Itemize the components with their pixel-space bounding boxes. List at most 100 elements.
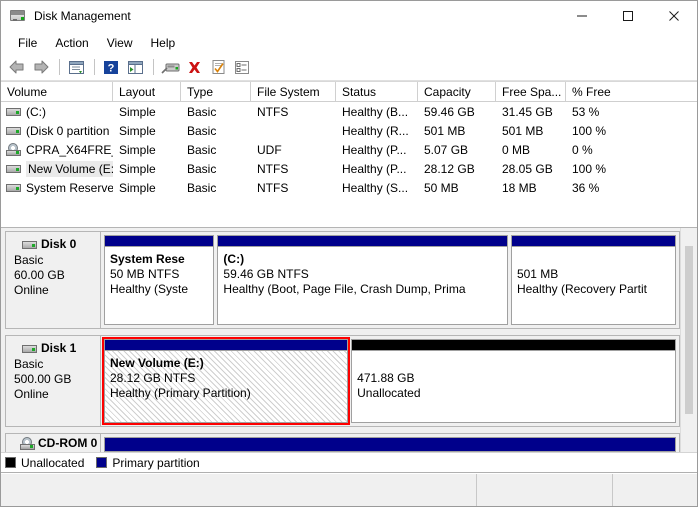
cell-free-space: 28.05 GB: [502, 161, 553, 176]
legend-label: Unallocated: [21, 455, 85, 470]
graphical-view-scrollbar[interactable]: [680, 228, 697, 452]
partition-system-reserved[interactable]: System Rese 50 MB NTFS Healthy (Syste: [104, 235, 215, 325]
delete-icon[interactable]: [183, 56, 205, 78]
cell-capacity: 59.46 GB: [424, 104, 475, 119]
cell-capacity: 50 MB: [424, 180, 459, 195]
partition-new-volume-e[interactable]: New Volume (E:) 28.12 GB NTFS Healthy (P…: [101, 337, 351, 425]
partition-title: [357, 356, 675, 371]
disk-row-disk-1[interactable]: Disk 1 Basic 500.00 GB Online New Volume…: [5, 335, 680, 427]
disk-state: Online: [14, 283, 49, 297]
cell-status: Healthy (P...: [342, 161, 407, 176]
cell-percent-free: 0 %: [572, 142, 593, 157]
menu-item-view[interactable]: View: [98, 34, 142, 52]
partition-size: 471.88 GB: [357, 371, 415, 385]
volume-label: New Volume (E:): [26, 160, 113, 177]
minimize-icon[interactable]: [559, 1, 605, 31]
maximize-icon[interactable]: [605, 1, 651, 31]
cell-percent-free: 36 %: [572, 180, 600, 195]
back-arrow-icon[interactable]: [6, 56, 28, 78]
close-icon[interactable]: [651, 1, 697, 31]
menu-item-action[interactable]: Action: [46, 34, 97, 52]
cell-layout: Simple: [119, 142, 156, 157]
properties-icon[interactable]: [207, 56, 229, 78]
table-row[interactable]: (Disk 0 partition 3) Simple Basic Health…: [1, 121, 697, 140]
cell-volume: (Disk 0 partition 3): [1, 124, 113, 138]
cell-status: Healthy (R...: [342, 123, 409, 138]
column-header-free-space[interactable]: Free Spa...: [496, 82, 566, 101]
show-action-pane-icon[interactable]: [124, 56, 146, 78]
disk-row-disk-0[interactable]: Disk 0 Basic 60.00 GB Online System Rese…: [5, 231, 680, 329]
partition-c-drive[interactable]: (C:) 59.46 GB NTFS Healthy (Boot, Page F…: [217, 235, 508, 325]
partition-title: [517, 252, 675, 267]
table-row[interactable]: (C:) Simple Basic NTFS Healthy (B... 59.…: [1, 102, 697, 121]
column-header-volume[interactable]: Volume: [1, 82, 113, 101]
cell-status: Healthy (P...: [342, 142, 407, 157]
scrollbar-thumb[interactable]: [685, 246, 693, 414]
drive-icon: [6, 106, 21, 117]
partition-status: Healthy (Primary Partition): [110, 386, 251, 400]
partition-size: 501 MB: [516, 267, 559, 281]
toolbar-separator-1: [59, 59, 60, 75]
unallocated-swatch-icon: [5, 457, 16, 468]
volume-label: (C:): [26, 104, 46, 119]
disk-type: Basic: [14, 357, 44, 371]
column-header-status[interactable]: Status: [336, 82, 418, 101]
forward-arrow-icon[interactable]: [30, 56, 52, 78]
cell-free-space: 0 MB: [502, 142, 531, 157]
partition-recovery[interactable]: 501 MB Healthy (Recovery Partit: [510, 235, 676, 325]
cell-type: Basic: [187, 161, 217, 176]
column-header-layout[interactable]: Layout: [113, 82, 181, 101]
cell-free-space: 18 MB: [502, 180, 537, 195]
cell-status: Healthy (S...: [342, 180, 409, 195]
graphical-view-pane: Disk 0 Basic 60.00 GB Online System Rese…: [1, 228, 697, 452]
cell-type: Basic: [187, 104, 217, 119]
window-title: Disk Management: [34, 9, 131, 23]
disk-name-row: CD-ROM 0: [14, 436, 100, 451]
column-header-file-system[interactable]: File System: [251, 82, 336, 101]
graphical-view-scroll: Disk 0 Basic 60.00 GB Online System Rese…: [1, 228, 680, 452]
table-row[interactable]: New Volume (E:) Simple Basic NTFS Health…: [1, 159, 697, 178]
disk-management-window: Disk Management File Action View Help ? …: [0, 0, 698, 507]
rescan-disks-icon[interactable]: [159, 56, 181, 78]
cell-layout: Simple: [119, 123, 156, 138]
action-list-icon[interactable]: [231, 56, 253, 78]
cell-layout: Simple: [119, 161, 156, 176]
cell-free-space: 501 MB: [502, 123, 544, 138]
cell-type: Basic: [187, 123, 217, 138]
drive-icon: [6, 125, 21, 136]
help-icon[interactable]: ?: [100, 56, 122, 78]
cell-file-system: UDF: [257, 142, 282, 157]
disk-drive-icon: [10, 8, 26, 24]
drive-icon: [6, 163, 21, 174]
cell-volume: System Reserved: [1, 181, 113, 195]
partition-color-bar: [104, 235, 215, 246]
column-header-type[interactable]: Type: [181, 82, 251, 101]
disk-state: Online: [14, 387, 49, 401]
cell-volume: (C:): [1, 105, 113, 119]
table-row[interactable]: CPRA_X64FRE_EN-... Simple Basic UDF Heal…: [1, 140, 697, 159]
cell-capacity: 28.12 GB: [424, 161, 475, 176]
disk-type: Basic: [14, 253, 44, 267]
drive-icon: [6, 182, 21, 193]
toolbar-separator-3: [153, 59, 154, 75]
column-header-percent-free[interactable]: % Free: [566, 82, 636, 101]
cd-rom-media-bar[interactable]: [104, 436, 676, 452]
disk-size: 60.00 GB: [14, 268, 65, 282]
cell-percent-free: 53 %: [572, 104, 600, 119]
cell-free-space: 31.45 GB: [502, 104, 553, 119]
cell-capacity: 501 MB: [424, 123, 466, 138]
disk-info-disk-1: Disk 1 Basic 500.00 GB Online: [5, 335, 101, 427]
partition-body: 471.88 GB Unallocated: [351, 350, 676, 423]
drive-icon: [22, 239, 37, 250]
menu-item-help[interactable]: Help: [142, 34, 185, 52]
toolbar: ?: [1, 54, 697, 81]
menu-item-file[interactable]: File: [9, 34, 46, 52]
disk-row-cd-rom-0[interactable]: CD-ROM 0: [5, 433, 680, 452]
cell-file-system: NTFS: [257, 104, 289, 119]
partition-color-bar: [217, 235, 508, 246]
show-hide-console-tree-icon[interactable]: [65, 56, 87, 78]
table-row[interactable]: System Reserved Simple Basic NTFS Health…: [1, 178, 697, 197]
cell-file-system: NTFS: [257, 161, 289, 176]
partition-unallocated[interactable]: 471.88 GB Unallocated: [351, 339, 676, 423]
column-header-capacity[interactable]: Capacity: [418, 82, 496, 101]
